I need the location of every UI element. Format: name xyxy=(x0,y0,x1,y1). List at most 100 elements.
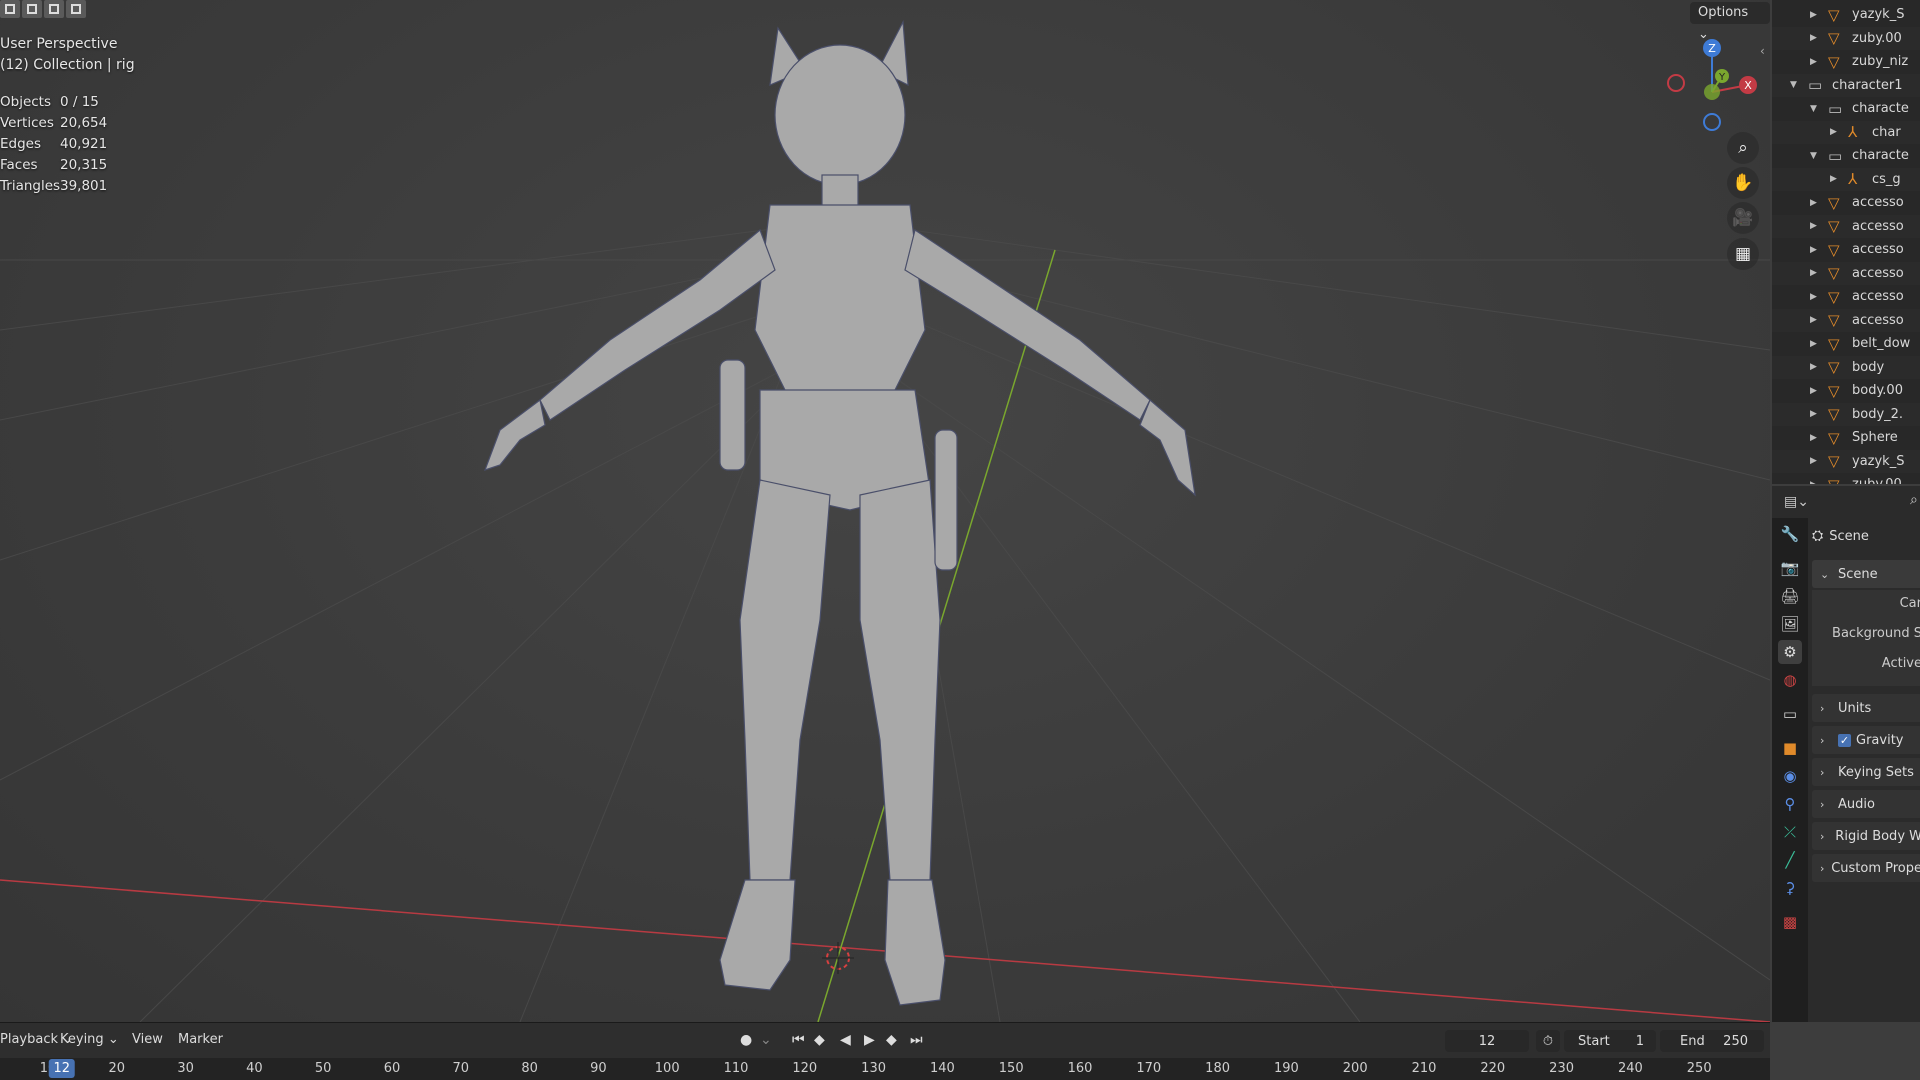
expand-right-icon[interactable]: ▶ xyxy=(1810,386,1817,396)
current-frame-indicator[interactable]: 12 xyxy=(48,1059,76,1078)
outliner-row[interactable]: ▶ ▽ accesso xyxy=(1772,191,1920,214)
timeline-header[interactable]: Playback ⌄ Keying ⌄ View Marker ● ⌄ ⏮ ◆ … xyxy=(0,1022,1770,1059)
pan-hand-icon[interactable]: ✋ xyxy=(1727,167,1759,199)
outliner-row[interactable]: ▶ ▽ Sphere xyxy=(1772,426,1920,449)
outliner-row[interactable]: ▶ ⅄ cs_g xyxy=(1772,167,1920,191)
background-scene-field-label[interactable]: Background S xyxy=(1832,626,1920,641)
active-clip-field-label[interactable]: Active xyxy=(1882,656,1920,671)
expand-down-icon[interactable]: ▼ xyxy=(1790,80,1797,90)
expand-right-icon[interactable]: ▶ xyxy=(1810,362,1817,372)
output-tab-icon[interactable]: 🖨 xyxy=(1778,584,1802,608)
outliner-row[interactable]: ▶ ▽ yazyk_S xyxy=(1772,449,1920,473)
zoom-icon[interactable]: ⌕ xyxy=(1727,132,1759,164)
outliner-row[interactable]: ▶ ▽ accesso xyxy=(1772,285,1920,308)
navigation-gizmo[interactable]: Z X Y xyxy=(1660,30,1760,140)
chevron-down-icon[interactable]: ⌄ xyxy=(760,1032,772,1048)
outliner-row[interactable]: ▶ ▽ zuby_niz xyxy=(1772,50,1920,73)
physics-tab-icon[interactable]: ◉ xyxy=(1778,764,1802,788)
outliner-row[interactable]: ▶ ▽ body xyxy=(1772,355,1920,379)
bone-constraint-tab-icon[interactable]: ⚳ xyxy=(1778,876,1802,900)
outliner-row[interactable]: ▶ ⅄ char xyxy=(1772,120,1920,144)
collection-tab-icon[interactable]: ▭ xyxy=(1778,702,1802,726)
scene-panel-header[interactable]: ⌄ Scene xyxy=(1812,560,1920,588)
constraints-tab-icon[interactable]: ⚲ xyxy=(1778,792,1802,816)
bone-tab-icon[interactable]: ╱ xyxy=(1778,848,1802,872)
expand-right-icon[interactable]: ▶ xyxy=(1810,33,1817,43)
expand-down-icon[interactable]: ▼ xyxy=(1810,151,1817,161)
expand-right-icon[interactable]: ▶ xyxy=(1810,245,1817,255)
outliner-row[interactable]: ▶ ▽ belt_dow xyxy=(1772,332,1920,355)
outliner-row[interactable]: ▼ ▭ characte xyxy=(1772,97,1920,120)
expand-right-icon[interactable]: ▶ xyxy=(1830,127,1837,137)
marker-menu[interactable]: Marker xyxy=(178,1032,223,1047)
camera-field-label[interactable]: Car xyxy=(1900,596,1920,611)
collapse-sidebar-icon[interactable]: ‹ xyxy=(1760,44,1765,58)
expand-right-icon[interactable]: ▶ xyxy=(1810,456,1817,466)
select-mode-invert[interactable] xyxy=(66,0,86,18)
render-tab-icon[interactable]: 📷 xyxy=(1778,556,1802,580)
expand-right-icon[interactable]: ▶ xyxy=(1810,57,1817,67)
outliner-row[interactable]: ▼ ▭ characte xyxy=(1772,144,1920,167)
outliner-row[interactable]: ▶ ▽ body_2. xyxy=(1772,402,1920,426)
end-frame-field[interactable]: End 250 xyxy=(1660,1030,1764,1052)
record-icon[interactable]: ● xyxy=(740,1032,752,1048)
outliner-row[interactable]: ▶ ▽ yazyk_S xyxy=(1772,3,1920,26)
keying-menu[interactable]: Keying ⌄ xyxy=(60,1032,119,1047)
expand-right-icon[interactable]: ▶ xyxy=(1810,198,1817,208)
jump-start-icon[interactable]: ⏮ xyxy=(792,1032,805,1048)
rigid-body-world-panel[interactable]: › Rigid Body W xyxy=(1812,822,1920,850)
jump-end-icon[interactable]: ⏭ xyxy=(910,1032,923,1048)
prev-keyframe-icon[interactable]: ◆ xyxy=(814,1032,825,1048)
3d-viewport[interactable]: User Perspective (12) Collection | rig O… xyxy=(0,0,1770,1022)
editor-type-icon[interactable]: ▤⌄ xyxy=(1784,494,1814,514)
texture-tab-icon[interactable]: ▩ xyxy=(1778,910,1802,934)
play-icon[interactable]: ▶ xyxy=(864,1032,875,1048)
gravity-checkbox[interactable]: ✓ xyxy=(1838,733,1851,747)
expand-right-icon[interactable]: ▶ xyxy=(1810,10,1817,20)
play-reverse-icon[interactable]: ◀ xyxy=(840,1032,851,1048)
expand-right-icon[interactable]: ▶ xyxy=(1810,221,1817,231)
select-mode-extend[interactable] xyxy=(22,0,42,18)
select-mode-subtract[interactable] xyxy=(44,0,64,18)
character-mesh[interactable] xyxy=(483,19,1196,1006)
outliner-row[interactable]: ▶ ▽ accesso xyxy=(1772,261,1920,285)
expand-right-icon[interactable]: ▶ xyxy=(1810,409,1817,419)
expand-right-icon[interactable]: ▶ xyxy=(1810,292,1817,302)
select-mode-new[interactable] xyxy=(0,0,20,18)
start-frame-field[interactable]: Start 1 xyxy=(1564,1030,1656,1052)
camera-icon[interactable]: 🎥 xyxy=(1727,202,1759,234)
options-dropdown[interactable]: Options ⌄ xyxy=(1690,2,1770,42)
view-menu[interactable]: View xyxy=(132,1032,163,1047)
outliner-row[interactable]: ▶ ▽ zuby.00 xyxy=(1772,473,1920,485)
next-keyframe-icon[interactable]: ◆ xyxy=(886,1032,897,1048)
timeline-ruler[interactable]: 1020304050607080901001101201301401501601… xyxy=(0,1058,1770,1080)
select-mode-buttons[interactable] xyxy=(0,0,86,18)
expand-right-icon[interactable]: ▶ xyxy=(1810,339,1817,349)
expand-down-icon[interactable]: ▼ xyxy=(1810,104,1817,114)
expand-right-icon[interactable]: ▶ xyxy=(1810,268,1817,278)
scene-tab-icon[interactable]: ⚙ xyxy=(1778,640,1802,664)
keying-sets-panel[interactable]: › Keying Sets xyxy=(1812,758,1920,786)
custom-properties-panel[interactable]: › Custom Prope xyxy=(1812,854,1920,882)
world-tab-icon[interactable]: ◍ xyxy=(1778,668,1802,692)
properties-tabs[interactable]: 🔧 📷 🖨 🖼 ⚙ ◍ ▭ ■ ◉ ⚲ ⤫ ╱ ⚳ ▩ xyxy=(1772,518,1808,1022)
clock-icon[interactable]: ⏱ xyxy=(1536,1030,1560,1052)
gravity-panel[interactable]: › ✓ Gravity xyxy=(1812,726,1920,754)
ortho-grid-icon[interactable]: ▦ xyxy=(1727,238,1759,270)
outliner-row[interactable]: ▶ ▽ accesso xyxy=(1772,214,1920,238)
outliner-row[interactable]: ▶ ▽ body.00 xyxy=(1772,379,1920,402)
expand-right-icon[interactable]: ▶ xyxy=(1830,174,1837,184)
expand-right-icon[interactable]: ▶ xyxy=(1810,433,1817,443)
properties-editor[interactable]: ▤⌄ ⌕ 🔧 📷 🖨 🖼 ⚙ ◍ ▭ ■ ◉ ⚲ ⤫ ╱ ⚳ ▩ ⛭ Scene… xyxy=(1772,486,1920,1022)
outliner-row[interactable]: ▶ ▽ zuby.00 xyxy=(1772,26,1920,50)
current-frame-field[interactable]: 12 xyxy=(1445,1030,1529,1052)
tool-tab-icon[interactable]: 🔧 xyxy=(1778,522,1802,546)
units-panel[interactable]: › Units xyxy=(1812,694,1920,722)
object-data-tab-icon[interactable]: ⤫ xyxy=(1778,820,1802,844)
object-tab-icon[interactable]: ■ xyxy=(1778,736,1802,760)
outliner-row[interactable]: ▶ ▽ accesso xyxy=(1772,308,1920,332)
expand-right-icon[interactable]: ▶ xyxy=(1810,315,1817,325)
outliner-row[interactable]: ▶ ▽ accesso xyxy=(1772,238,1920,261)
expand-right-icon[interactable]: ▶ xyxy=(1810,480,1817,485)
outliner-row[interactable]: ▼ ▭ character1 xyxy=(1772,73,1920,97)
